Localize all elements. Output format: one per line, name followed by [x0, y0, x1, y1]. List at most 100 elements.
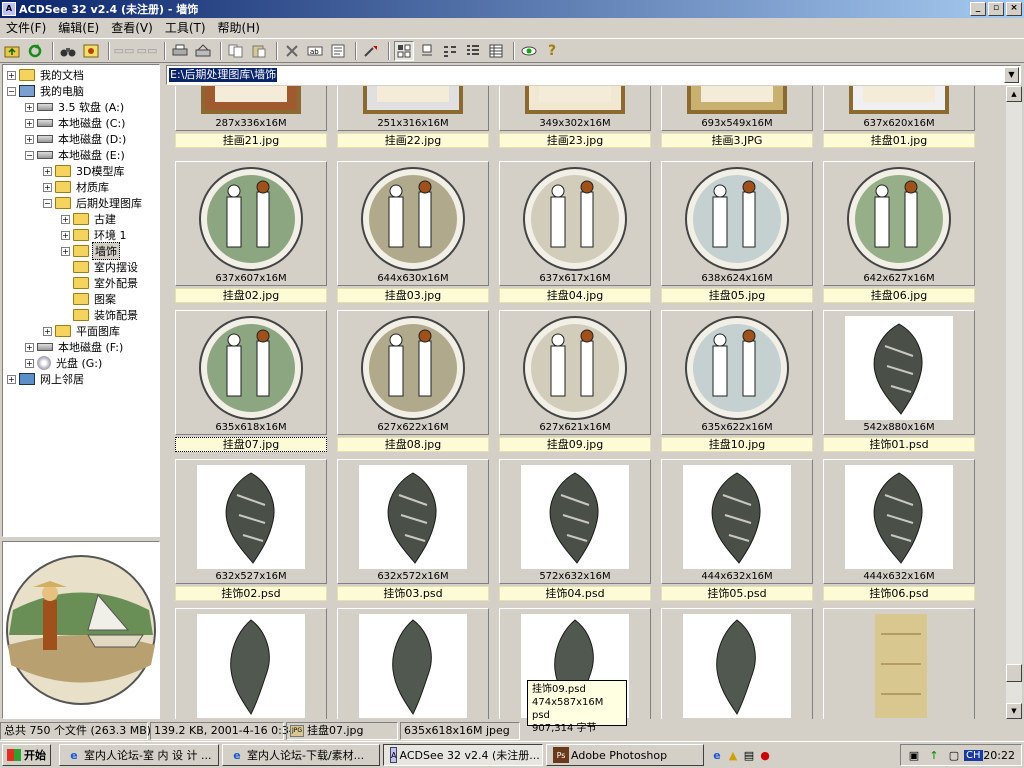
- thumbnail-frame[interactable]: 637x607x16M: [175, 161, 327, 286]
- rename-icon[interactable]: ab: [305, 41, 325, 61]
- tree-drive-f[interactable]: + 本地磁盘 (F:): [25, 339, 125, 355]
- warning-icon[interactable]: ▲: [727, 747, 739, 763]
- thumbnail-frame[interactable]: 632x572x16M: [337, 459, 489, 584]
- thumbnail-frame[interactable]: 349x302x16M: [499, 86, 651, 131]
- thumbnail-filename[interactable]: 挂饰02.psd: [175, 586, 327, 601]
- thumbnail-frame[interactable]: 635x622x16M: [661, 310, 813, 435]
- slideshow-icon[interactable]: [81, 41, 101, 61]
- print-icon[interactable]: [170, 41, 190, 61]
- vertical-scrollbar[interactable]: ▲ ▼: [1006, 86, 1022, 719]
- menu-help[interactable]: 帮助(H): [212, 19, 266, 37]
- binoculars-icon[interactable]: [58, 41, 78, 61]
- list-view-icon[interactable]: [463, 41, 483, 61]
- notepad-icon[interactable]: ▤: [743, 747, 755, 763]
- thumbnail-filename[interactable]: 挂饰06.psd: [823, 586, 975, 601]
- thumbnail-filename[interactable]: 挂饰04.psd: [499, 586, 651, 601]
- tree-ancient[interactable]: + 古建: [61, 211, 118, 227]
- folder-tree[interactable]: + 我的文档 − 我的电脑 +3.5 软盘 (A:) + 本地磁盘 (C:) + 本地磁…: [2, 64, 160, 537]
- tree-post-lib[interactable]: − 后期处理图库: [43, 195, 144, 211]
- thumbnail-item[interactable]: 642x627x16M 挂盘06.jpg: [823, 161, 975, 304]
- thumbnail-item[interactable]: 349x302x16M 挂画23.jpg: [499, 86, 651, 149]
- expand-icon[interactable]: +: [43, 166, 52, 176]
- properties-icon[interactable]: [328, 41, 348, 61]
- thumbnail-filename[interactable]: 挂盘08.jpg: [337, 437, 489, 452]
- ie-icon[interactable]: e: [711, 747, 723, 763]
- thumbnail-frame[interactable]: [175, 608, 327, 719]
- collapse-icon[interactable]: −: [43, 198, 52, 208]
- tree-pattern[interactable]: 图案: [73, 291, 118, 307]
- thumbnail-frame[interactable]: 637x617x16M: [499, 161, 651, 286]
- thumbnail-item[interactable]: 693x549x16M 挂画3.JPG: [661, 86, 813, 149]
- scroll-up-icon[interactable]: ▲: [1006, 86, 1022, 102]
- thumbnail-item[interactable]: 627x622x16M 挂盘08.jpg: [337, 310, 489, 453]
- delete-icon[interactable]: [282, 41, 302, 61]
- task-forum-2[interactable]: e 室内人论坛-下载/素材...: [222, 744, 380, 766]
- thumbnail-item[interactable]: 632x527x16M 挂饰02.psd: [175, 459, 327, 602]
- thumbnail-item[interactable]: 251x316x16M 挂画22.jpg: [337, 86, 489, 149]
- menu-tools[interactable]: 工具(T): [159, 19, 212, 37]
- expand-icon[interactable]: +: [43, 326, 52, 336]
- small-icons-view-icon[interactable]: [440, 41, 460, 61]
- tree-decor[interactable]: 装饰配景: [73, 307, 140, 323]
- tree-exterior[interactable]: 室外配景: [73, 275, 140, 291]
- collapse-icon[interactable]: −: [25, 150, 34, 160]
- menu-view[interactable]: 查看(V): [105, 19, 159, 37]
- dropdown-arrow-icon[interactable]: ▼: [1004, 67, 1019, 83]
- thumbnail-frame[interactable]: [823, 608, 975, 719]
- thumbnails-view-icon[interactable]: [394, 40, 414, 61]
- task-forum-1[interactable]: e 室内人论坛-室 内 设 计 ...: [59, 744, 219, 766]
- thumbnail-filename[interactable]: 挂饰05.psd: [661, 586, 813, 601]
- thumbnail-frame[interactable]: 638x624x16M: [661, 161, 813, 286]
- thumbnail-frame[interactable]: 637x620x16M: [823, 86, 975, 131]
- menu-file[interactable]: 文件(F): [0, 19, 52, 37]
- tree-cdrom[interactable]: + 光盘 (G:): [25, 355, 104, 371]
- thumbnail-frame[interactable]: 693x549x16M: [661, 86, 813, 131]
- media-icon[interactable]: ●: [759, 747, 771, 763]
- tree-drive-c[interactable]: + 本地磁盘 (C:): [25, 115, 127, 131]
- thumbnail-frame[interactable]: 444x632x16M: [823, 459, 975, 584]
- expand-icon[interactable]: +: [25, 118, 34, 128]
- thumbnail-filename[interactable]: 挂盘05.jpg: [661, 288, 813, 303]
- collapse-icon[interactable]: −: [7, 86, 16, 96]
- tree-my-computer[interactable]: − 我的电脑: [7, 83, 86, 99]
- expand-icon[interactable]: +: [61, 230, 70, 240]
- paste-icon[interactable]: [249, 41, 269, 61]
- tree-floppy[interactable]: +3.5 软盘 (A:): [25, 99, 126, 115]
- monitor-tray-icon[interactable]: ▢: [946, 747, 962, 763]
- thumbnail-filename[interactable]: 挂盘07.jpg: [175, 437, 327, 452]
- refresh-icon[interactable]: [25, 41, 45, 61]
- copy-icon[interactable]: [226, 41, 246, 61]
- thumbnail-item-partial[interactable]: [823, 608, 975, 719]
- thumbnail-item[interactable]: 644x630x16M 挂盘03.jpg: [337, 161, 489, 304]
- preview-toggle-icon[interactable]: [519, 41, 539, 61]
- scan-icon[interactable]: [193, 41, 213, 61]
- thumbnail-filename[interactable]: 挂画3.JPG: [661, 133, 813, 148]
- expand-icon[interactable]: +: [25, 102, 34, 112]
- tree-drive-e[interactable]: − 本地磁盘 (E:): [25, 147, 127, 163]
- thumbnail-item[interactable]: 635x618x16M 挂盘07.jpg: [175, 310, 327, 453]
- thumbnail-frame[interactable]: 642x627x16M: [823, 161, 975, 286]
- maximize-button[interactable]: ▫: [988, 2, 1004, 16]
- thumbnail-filename[interactable]: 挂盘10.jpg: [661, 437, 813, 452]
- thumbnail-item[interactable]: 637x617x16M 挂盘04.jpg: [499, 161, 651, 304]
- address-bar[interactable]: E:\后期处理图库\墙饰 ▼: [166, 65, 1021, 85]
- expand-icon[interactable]: +: [25, 358, 34, 368]
- details-view-icon[interactable]: [486, 41, 506, 61]
- thumbnail-frame[interactable]: 627x622x16M: [337, 310, 489, 435]
- thumbnail-item[interactable]: 635x622x16M 挂盘10.jpg: [661, 310, 813, 453]
- thumbnail-item[interactable]: 287x336x16M 挂画21.jpg: [175, 86, 327, 149]
- up-folder-icon[interactable]: [2, 41, 22, 61]
- tree-plan[interactable]: + 平面图库: [43, 323, 122, 339]
- thumbnail-item[interactable]: 632x572x16M 挂饰03.psd: [337, 459, 489, 602]
- network-tray-icon[interactable]: ▣: [906, 747, 922, 763]
- task-photoshop[interactable]: Ps Adobe Photoshop: [546, 744, 704, 766]
- tree-drive-d[interactable]: + 本地磁盘 (D:): [25, 131, 128, 147]
- thumbnail-filename[interactable]: 挂盘06.jpg: [823, 288, 975, 303]
- thumbnail-filename[interactable]: 挂饰03.psd: [337, 586, 489, 601]
- thumbnail-frame[interactable]: 542x880x16M: [823, 310, 975, 435]
- close-button[interactable]: ×: [1006, 2, 1022, 16]
- thumbnail-filename[interactable]: 挂盘04.jpg: [499, 288, 651, 303]
- expand-icon[interactable]: +: [25, 342, 34, 352]
- thumbnail-filename[interactable]: 挂盘03.jpg: [337, 288, 489, 303]
- tree-interior[interactable]: 室内摆设: [73, 259, 140, 275]
